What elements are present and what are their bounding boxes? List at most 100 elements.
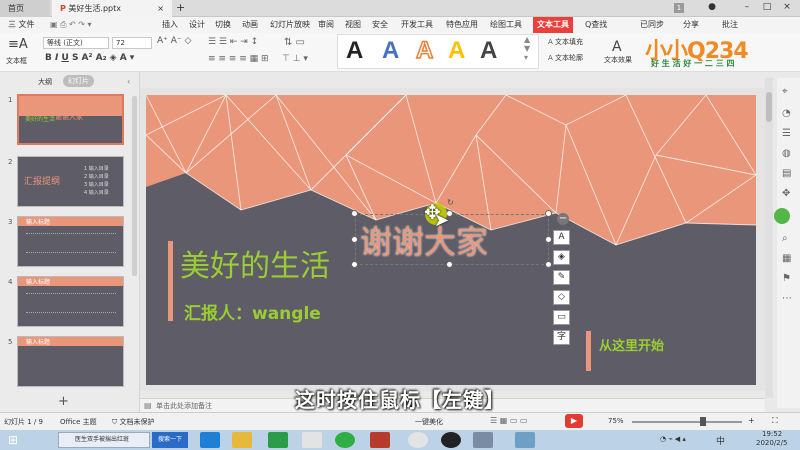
clock-time[interactable]: 19:52 [762,430,782,438]
gallery-scroll-icon[interactable]: ▲ ▼ ▾ [524,35,530,62]
find-button[interactable]: Q查找 [585,17,607,33]
selected-textbox[interactable]: 谢谢大家 [355,214,549,265]
resize-handle[interactable] [351,261,358,268]
tab-slides[interactable]: 幻灯片 [63,75,94,87]
fill-float-icon[interactable]: ◇ [553,290,570,305]
font-grow-shrink-icons[interactable]: A⁺ A⁻ ◇ [157,36,191,46]
layers-float-icon[interactable]: ◈ [553,250,570,265]
sidebar-icon[interactable]: ◔ [782,108,791,119]
paragraph-icons[interactable]: ☰ ☰ ⇤ ⇥ ↕ [208,37,258,47]
slide-thumbnail-1[interactable]: 谢谢大家 美好的生活 [17,94,124,145]
tab-document[interactable]: P 美好生活.pptx × [52,0,172,17]
font-format-buttons[interactable]: B I U S A² A₂ ◈ A ▾ [45,53,134,63]
menu-review[interactable]: 审阅 [318,17,334,33]
taskbar-search-button[interactable]: 搜索一下 [152,432,188,448]
beautify-button[interactable]: 一键美化 [415,417,443,427]
wechat-icon[interactable] [335,432,355,448]
menu-insert[interactable]: 插入 [162,17,178,33]
menu-drawing-tools[interactable]: 绘图工具 [490,17,522,33]
slide-thumbnail-4[interactable]: 输入标题 [17,276,124,327]
menu-design[interactable]: 设计 [189,17,205,33]
reporter-text[interactable]: 汇报人：wangle [184,299,321,324]
slide-thumbnail-3[interactable]: 输入标题 [17,216,124,267]
text-style-black[interactable]: A [346,36,363,66]
tab-outline[interactable]: 大纲 [38,77,52,87]
sidebar-icon[interactable]: ✥ [782,188,790,199]
canvas-scrollbar[interactable] [765,78,773,398]
sidebar-icon[interactable]: ▤ [782,168,791,179]
notification-badge[interactable]: 1 [674,3,684,13]
slide-title[interactable]: 美好的生活 [180,241,330,285]
menu-view[interactable]: 视图 [345,17,361,33]
textbox-icon[interactable]: ≡A [8,37,28,52]
comment-button[interactable]: 批注 [722,17,738,33]
resize-handle[interactable] [545,261,552,268]
sidebar-icon[interactable]: ⌕ [782,233,788,244]
sidebar-icon[interactable]: ◍ [782,148,791,159]
text-effect-label[interactable]: 文本效果 [604,55,632,65]
text-direction-icon[interactable]: ⇅ ▭ [284,37,305,48]
zoom-in-icon[interactable]: + [748,416,755,425]
collapse-float-icon[interactable]: − [557,213,569,225]
tab-home[interactable]: 首页 [0,0,50,17]
text-style-gallery[interactable] [337,34,539,69]
app-green-icon[interactable] [268,432,288,448]
app-icon[interactable] [473,432,493,448]
thumbnail-scrollbar[interactable] [132,96,137,276]
text-fill-button[interactable]: A 文本填充 [548,37,583,47]
protect-status[interactable]: ⛉ 文档未保护 [112,417,154,427]
ime-indicator[interactable]: 中 [716,434,725,447]
theme-name[interactable]: Office 主题 [60,417,97,427]
windows-start-icon[interactable]: ⊞ [8,433,18,447]
sidebar-icon[interactable]: ▦ [782,253,791,264]
menu-security[interactable]: 安全 [372,17,388,33]
text-outline-button[interactable]: A 文本轮廓 [548,53,583,63]
fit-window-icon[interactable]: ⛶ [772,416,778,426]
sidebar-icon[interactable]: ⋯ [782,293,792,304]
text-style-gray[interactable]: A [480,36,497,66]
sidebar-icon[interactable]: ⚑ [782,273,791,284]
text-align-icon[interactable]: ⊤ ⊥ ▾ [282,54,308,64]
text-style-blue[interactable]: A [382,36,399,66]
taskbar-news-item[interactable]: 医生双手被揣出红斑 [58,432,150,448]
chrome-icon[interactable] [408,432,428,448]
sidebar-icon[interactable]: ☰ [782,128,791,139]
resize-handle[interactable] [351,236,358,243]
font-name-select[interactable]: 等线 (正文) [43,37,109,49]
ie-icon[interactable] [200,432,220,448]
font-size-select[interactable]: 72 [112,37,152,49]
text-style-float-icon[interactable]: A [553,230,570,245]
quick-access-icons[interactable]: ▣ ⎙ ↶ ↷ ▾ [50,20,92,30]
maximize-icon[interactable]: □ [760,2,774,14]
resize-handle[interactable] [545,236,552,243]
folder-icon[interactable] [232,432,252,448]
resize-handle[interactable] [545,210,552,217]
new-tab-icon[interactable]: + [176,1,185,14]
zoom-level[interactable]: 75% [608,417,624,425]
menu-transition[interactable]: 切换 [215,17,231,33]
textbox-label[interactable]: 文本框 [6,56,27,66]
menu-text-tools[interactable]: 文本工具 [533,17,573,33]
menu-developer[interactable]: 开发工具 [401,17,433,33]
pen-float-icon[interactable]: ✎ [553,270,570,285]
zoom-slider-thumb[interactable] [700,417,706,426]
menu-file[interactable]: 三 文件 [8,17,35,33]
share-button[interactable]: 分享 [683,17,699,33]
text-effect-icon[interactable]: A [612,39,622,55]
cloud-app-icon[interactable] [302,432,322,448]
zoom-slider[interactable] [632,421,742,423]
rotate-handle-icon[interactable]: ↻ [446,198,455,207]
font-float-icon[interactable]: 字 [553,330,570,345]
sidebar-icon[interactable]: ⌖ [782,86,788,97]
play-slideshow-button[interactable]: ▶ [565,414,583,428]
minimize-icon[interactable]: – [740,2,754,14]
resize-handle[interactable] [446,261,453,268]
avatar[interactable]: ● [705,2,719,14]
text-style-orange[interactable]: A [415,36,434,66]
wps-icon[interactable] [370,432,390,448]
close-tab-icon[interactable]: × [157,0,164,17]
start-text[interactable]: 从这里开始 [599,335,664,354]
menu-features[interactable]: 特色应用 [446,17,478,33]
tray-icons[interactable]: ◔ ⌁ ◀ ▴ [660,435,686,443]
alignment-icons[interactable]: ≡ ≡ ≡ ≡ ▦ ⊞ [208,54,269,64]
